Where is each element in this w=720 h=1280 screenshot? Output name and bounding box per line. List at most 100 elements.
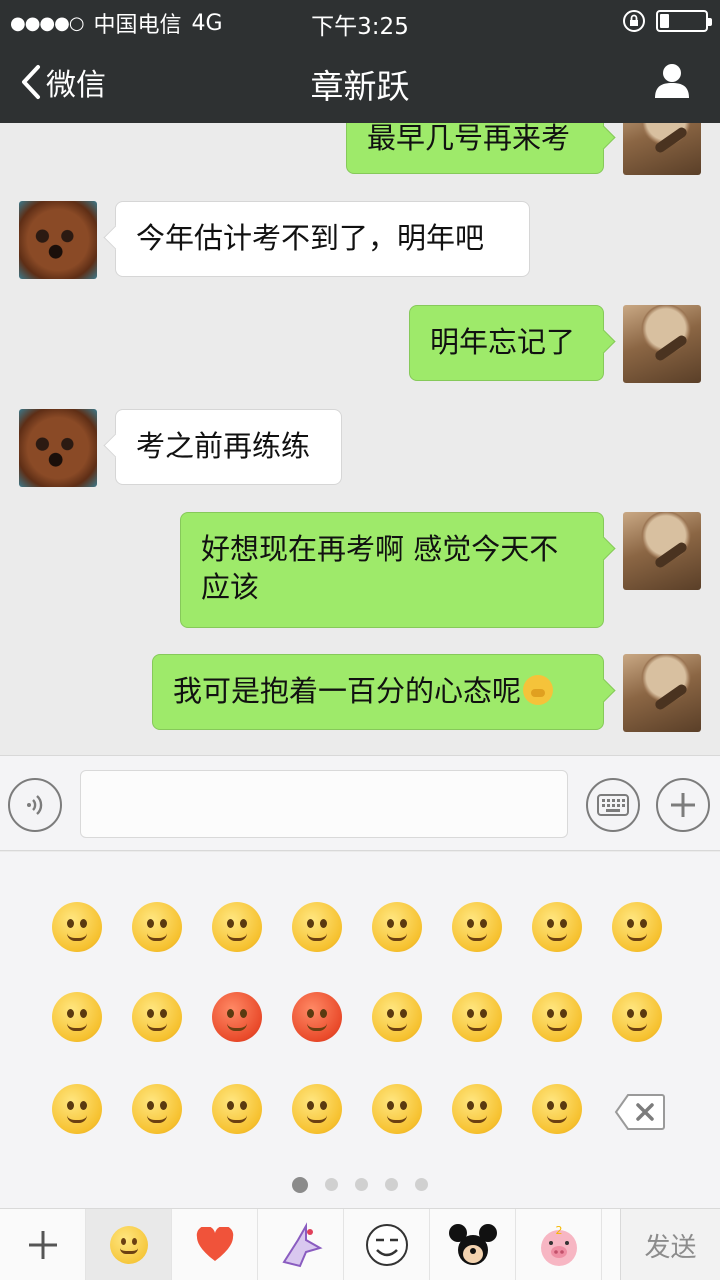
emoji-eye (387, 919, 394, 928)
sticker-pack-tab[interactable]: 2 (516, 1209, 602, 1280)
sisyphus-avatar[interactable] (623, 305, 701, 383)
page-dot[interactable] (292, 1177, 308, 1193)
emoji-mouth (387, 1023, 407, 1031)
emoji-key[interactable] (372, 1084, 422, 1134)
emoji-eye (400, 1009, 407, 1018)
emoji-key[interactable] (612, 902, 662, 952)
emoji-key[interactable] (532, 1084, 582, 1134)
meme-face-sticker-icon (365, 1224, 408, 1266)
backspace-icon[interactable] (614, 1092, 666, 1132)
emoji-eye (400, 919, 407, 928)
add-sticker-tab[interactable] (0, 1209, 86, 1280)
emoji-key[interactable] (292, 902, 342, 952)
emoji-key[interactable] (52, 902, 102, 952)
emoji-mouth (467, 1023, 487, 1031)
emoji-tab[interactable] (86, 1209, 172, 1280)
emoji-key[interactable] (532, 992, 582, 1042)
page-dot[interactable] (325, 1178, 338, 1191)
page-dot[interactable] (415, 1178, 428, 1191)
emoji-eye (480, 1009, 487, 1018)
emoji-eye (560, 1009, 567, 1018)
dog-avatar[interactable] (19, 409, 97, 487)
emoji-key[interactable] (212, 1084, 262, 1134)
emoji-eye (627, 919, 634, 928)
sisyphus-avatar[interactable] (623, 654, 701, 732)
emoji-key[interactable] (52, 992, 102, 1042)
emoji-key[interactable] (452, 1084, 502, 1134)
emoji-eye (160, 1101, 167, 1110)
sisyphus-avatar[interactable] (623, 123, 701, 175)
chat-title: 章新跃 (310, 67, 410, 106)
emoji-mouth (387, 1115, 407, 1123)
emoji-key[interactable] (132, 992, 182, 1042)
emoji-eye (387, 1101, 394, 1110)
message-bubble[interactable]: 考之前再练练 (115, 409, 342, 485)
emoji-eye (400, 1101, 407, 1110)
emoji-key[interactable] (372, 992, 422, 1042)
message-incoming: 今年估计考不到了，明年吧 (0, 201, 720, 281)
emoji-key[interactable] (132, 902, 182, 952)
sisyphus-avatar[interactable] (623, 512, 701, 590)
message-list[interactable]: 最早几号再来考 今年估计考不到了，明年吧 明年忘记了 考之前再练练 好想现在再考… (0, 123, 720, 755)
sticker-pack-tab[interactable] (430, 1209, 516, 1280)
emoji-key[interactable] (532, 902, 582, 952)
emoji-mouth (67, 933, 87, 941)
emoji-key[interactable] (452, 992, 502, 1042)
message-bubble[interactable]: 今年估计考不到了，明年吧 (115, 201, 530, 277)
plus-icon (28, 1231, 57, 1259)
send-button[interactable]: 发送 (620, 1209, 720, 1280)
emoji-key[interactable] (212, 992, 262, 1042)
message-text: 我可是抱着一百分的心态呢 (173, 674, 522, 708)
emoji-eye (147, 919, 154, 928)
keyboard-icon (597, 794, 629, 816)
smiley-icon (109, 1226, 148, 1264)
emoji-eye (307, 919, 314, 928)
emoji-mouth (67, 1023, 87, 1031)
wechat-chat-screen: ●●●●○ 中国电信 4G 下午3:25 微信 章新跃 最早几号再来考 今年估计… (0, 0, 720, 1280)
message-input[interactable] (80, 770, 568, 838)
dog-avatar[interactable] (19, 201, 97, 279)
pig-sticker-icon: 2 (540, 1224, 577, 1266)
keyboard-toggle-button[interactable] (586, 778, 640, 832)
message-bubble[interactable]: 好想现在再考啊 感觉今天不应该 (180, 512, 604, 628)
message-bubble[interactable]: 我可是抱着一百分的心态呢 (152, 654, 604, 730)
sticker-pack-tab[interactable] (258, 1209, 344, 1280)
emoji-eye (320, 919, 327, 928)
emoji-key[interactable] (212, 902, 262, 952)
sticker-pack-tab[interactable] (344, 1209, 430, 1280)
page-dot[interactable] (355, 1178, 368, 1191)
message-bubble[interactable]: 最早几号再来考 (346, 123, 604, 174)
emoji-key[interactable] (292, 1084, 342, 1134)
favorites-heart-tab[interactable] (172, 1209, 258, 1280)
contact-profile-icon[interactable] (652, 60, 692, 100)
more-options-button[interactable] (656, 778, 710, 832)
emoji-eye (227, 919, 234, 928)
emoji-mouth (307, 1023, 327, 1031)
voice-input-button[interactable] (8, 778, 62, 832)
emoji-eye (147, 1101, 154, 1110)
emoji-eye (227, 1101, 234, 1110)
emoji-key[interactable] (612, 992, 662, 1042)
message-text: 最早几号再来考 (367, 123, 571, 155)
message-text: 今年估计考不到了，明年吧 (136, 221, 485, 255)
message-bubble[interactable]: 明年忘记了 (409, 305, 604, 381)
emoji-key[interactable] (372, 902, 422, 952)
message-text: 明年忘记了 (430, 325, 576, 359)
emoji-mouth (387, 933, 407, 941)
emoji-mouth (467, 933, 487, 941)
emoji-eye (467, 1009, 474, 1018)
rotation-lock-icon (623, 10, 645, 32)
emoji-mouth (547, 1023, 567, 1031)
emoji-key[interactable] (132, 1084, 182, 1134)
battery-fill (660, 14, 669, 28)
emoji-key[interactable] (52, 1084, 102, 1134)
emoji-eye (80, 919, 87, 928)
emoji-key[interactable] (452, 902, 502, 952)
emoji-eye (467, 1101, 474, 1110)
emoji-mouth (547, 1115, 567, 1123)
emoji-key[interactable] (292, 992, 342, 1042)
page-dot[interactable] (385, 1178, 398, 1191)
emoji-eye (67, 919, 74, 928)
message-text: 考之前再练练 (136, 429, 311, 463)
emoji-mouth (627, 933, 647, 941)
